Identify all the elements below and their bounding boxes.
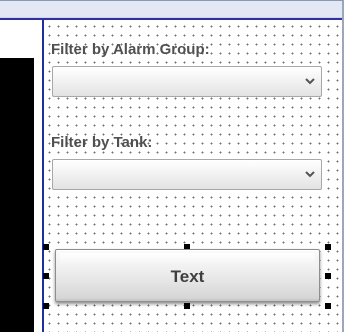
selection-handle[interactable] [325, 303, 331, 309]
alarm-group-select[interactable] [52, 66, 322, 97]
tank-label: Filter by Tank: [51, 134, 153, 151]
left-panel [0, 20, 42, 332]
selection-handle[interactable] [325, 273, 331, 279]
selected-button-container: Text [43, 244, 331, 309]
selection-handle[interactable] [184, 303, 190, 309]
title-strip [0, 1, 342, 18]
chevron-down-icon [305, 171, 315, 178]
selection-handle[interactable] [325, 244, 331, 250]
selection-handle[interactable] [43, 244, 49, 250]
tank-select[interactable] [52, 159, 322, 190]
editor-window: Filter by Alarm Group: Filter by Tank: T… [0, 0, 344, 332]
screen: Filter by Alarm Group: Filter by Tank: T… [0, 0, 344, 333]
text-button[interactable]: Text [55, 249, 320, 302]
selection-handle[interactable] [43, 273, 49, 279]
alarm-group-label: Filter by Alarm Group: [51, 41, 210, 58]
chevron-down-icon [305, 78, 315, 85]
left-black-panel [0, 58, 34, 332]
selection-handle[interactable] [43, 303, 49, 309]
